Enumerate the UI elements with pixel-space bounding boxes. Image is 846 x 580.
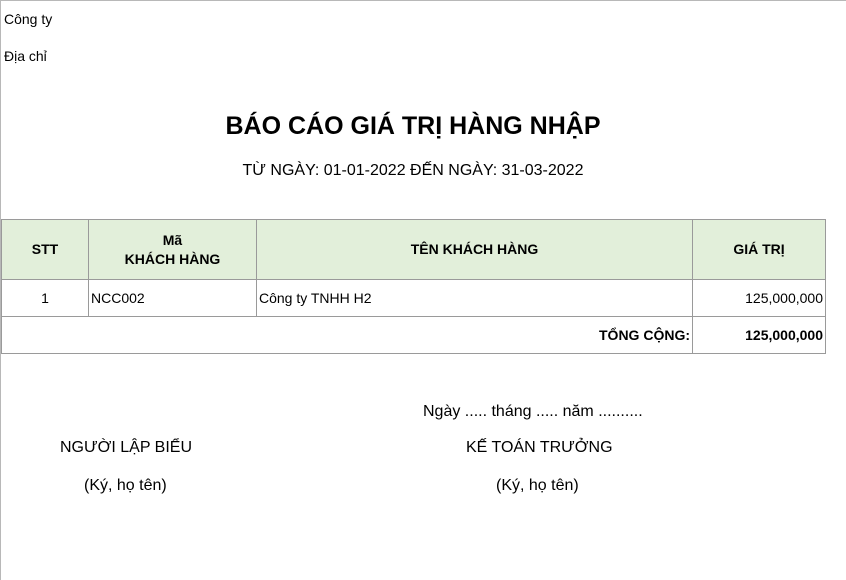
table-header-row: STT Mã KHÁCH HÀNG TÊN KHÁCH HÀNG GIÁ TRỊ	[1, 219, 826, 280]
cell-stt: 1	[1, 279, 89, 317]
column-header-code-line1: Mã	[162, 231, 183, 248]
signature-date-line: Ngày ..... tháng ..... năm ..........	[423, 403, 643, 420]
total-row: TỔNG CỘNG: 125,000,000	[1, 316, 826, 354]
cell-value: 125,000,000	[692, 279, 826, 317]
preparer-signature-note: (Ký, họ tên)	[84, 477, 167, 494]
table-row: 1 NCC002 Công ty TNHH H2 125,000,000	[1, 279, 826, 317]
column-header-code-line2: KHÁCH HÀNG	[124, 250, 221, 267]
report-table: STT Mã KHÁCH HÀNG TÊN KHÁCH HÀNG GIÁ TRỊ…	[1, 219, 826, 354]
column-header-customer-name: TÊN KHÁCH HÀNG	[256, 219, 693, 280]
cell-customer-code: NCC002	[88, 279, 257, 317]
column-header-value: GIÁ TRỊ	[692, 219, 826, 280]
chief-accountant-signature-note: (Ký, họ tên)	[496, 477, 579, 494]
preparer-title: NGƯỜI LẬP BIỂU	[60, 439, 193, 456]
column-header-stt: STT	[1, 219, 89, 280]
chief-accountant-title: KẾ TOÁN TRƯỞNG	[466, 439, 613, 456]
cell-customer-name: Công ty TNHH H2	[256, 279, 693, 317]
report-title: BÁO CÁO GIÁ TRỊ HÀNG NHẬP	[225, 112, 601, 140]
address-label: Địa chỉ	[4, 48, 47, 64]
column-header-customer-code: Mã KHÁCH HÀNG	[88, 219, 257, 280]
total-label: TỔNG CỘNG:	[1, 316, 693, 354]
report-date-range: TỪ NGÀY: 01-01-2022 ĐẾN NGÀY: 31-03-2022	[242, 162, 584, 179]
total-value: 125,000,000	[692, 316, 826, 354]
company-label: Công ty	[4, 11, 53, 27]
